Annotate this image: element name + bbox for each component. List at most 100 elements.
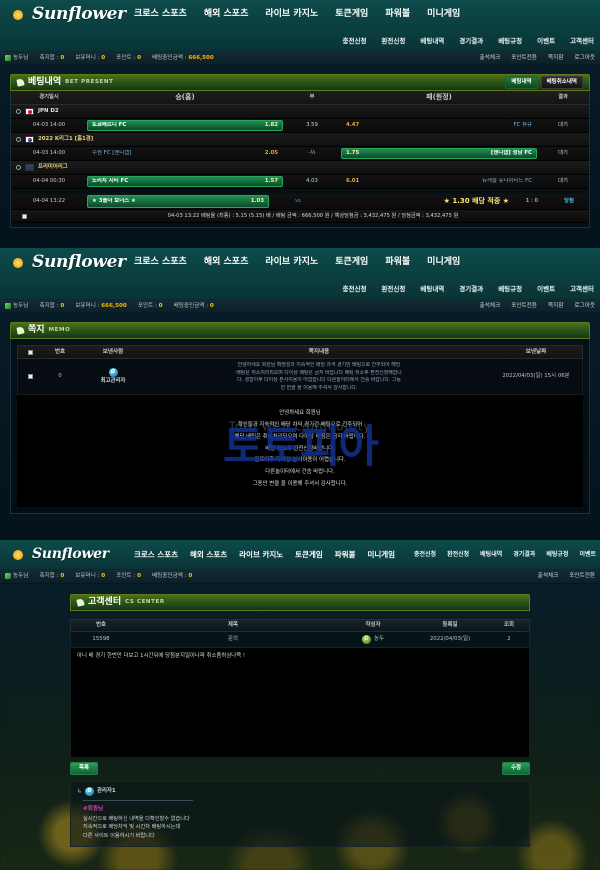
nav-item-cross-sports[interactable]: 크로스 스포츠 xyxy=(134,9,187,20)
logout-link[interactable]: 로그아웃 xyxy=(574,303,595,310)
nav-item-live-casino[interactable]: 라이브 카지노 xyxy=(265,9,318,20)
expand-icon[interactable] xyxy=(16,165,21,170)
nav-item-mini-game[interactable]: 미니게임 xyxy=(427,9,460,20)
reply-title: #회원님 xyxy=(83,805,104,812)
subnav-item-results[interactable]: 경기결과 xyxy=(459,37,483,45)
subnav-item-exchange[interactable]: 환전신청 xyxy=(381,37,405,45)
sub-nav: 충전신청 환전신청 베팅내역 경기결과 베팅규정 이벤트 고객센터 xyxy=(0,278,600,300)
user-info-left: 농두님 축지합 : 0 보유머니 : 0 포인트 : 0 베팅중인금액 : 0 xyxy=(0,573,192,580)
memo-box-link[interactable]: 쪽지함 xyxy=(548,303,563,310)
row-checkbox[interactable] xyxy=(18,374,42,380)
tab-bet-cancel-history[interactable]: 베팅취소내역 xyxy=(540,76,583,89)
subnav-item-bet-history[interactable]: 베팅내역 xyxy=(420,285,444,293)
expand-icon[interactable] xyxy=(16,109,21,114)
col-match-time: 경기일시 xyxy=(39,94,59,101)
nav-item-powerball[interactable]: 파워볼 xyxy=(385,9,410,20)
nav-item-cross-sports[interactable]: 크로스 스포츠 xyxy=(134,257,187,268)
home-pick-selected: 노리치 시티 FC 1.57 xyxy=(87,176,283,187)
user-info-bar-2: 농두님 축지합 : 0 보유머니 : 666,500 포인트 : 0 베팅중인금… xyxy=(0,300,600,314)
header-primary-row: Sunflower 크로스 스포츠 해외 스포츠 라이브 카지노 토큰게임 파워… xyxy=(0,248,600,278)
away-cell[interactable]: 4.47 FC 류큐 xyxy=(341,119,537,132)
subnav-item-event[interactable]: 이벤트 xyxy=(537,37,555,45)
subnav-item-results[interactable]: 경기결과 xyxy=(513,551,535,559)
draw-cell[interactable]: 4.03 xyxy=(283,175,341,188)
memo-box-link[interactable]: 쪽지함 xyxy=(548,55,563,62)
home-cell[interactable]: 수원 FC [핸디캡] 2.05 xyxy=(87,147,283,160)
home-cell[interactable]: 토쿄베르디 FC 1.82 xyxy=(87,119,283,132)
home-cell[interactable]: 노리치 시티 FC 1.57 xyxy=(87,175,283,188)
attendance-check-link[interactable]: 출석체크 xyxy=(480,303,501,310)
subnav-item-bet-history[interactable]: 베팅내역 xyxy=(480,551,502,559)
nav-item-token-game[interactable]: 토큰게임 xyxy=(335,257,368,268)
list-button[interactable]: 목록 xyxy=(70,762,98,775)
sun-icon xyxy=(8,253,28,273)
nav-item-powerball[interactable]: 파워볼 xyxy=(335,550,356,559)
stat-point: 포인트 : 0 xyxy=(116,573,141,579)
nav-item-mini-game[interactable]: 미니게임 xyxy=(367,550,395,559)
section-title-en: MEMO xyxy=(48,327,71,334)
user-info-bar-3: 농두님 축지합 : 0 보유머니 : 0 포인트 : 0 베팅중인금액 : 0 … xyxy=(0,570,600,584)
col-writer: 작성자 xyxy=(365,622,381,629)
tab-bet-history[interactable]: 베팅내역 xyxy=(505,76,538,89)
logo[interactable]: Sunflower xyxy=(0,252,126,273)
panel-betting-history: Sunflower 크로스 스포츠 해외 스포츠 라이브 카지노 토큰게임 파워… xyxy=(0,0,600,248)
user-info-right: 출석체크 포인트전환 xyxy=(538,573,600,580)
table-row: 04-03 14:00 수원 FC [핸디캡] 2.05 -½ 1.75 [핸디… xyxy=(11,147,589,161)
subnav-item-charge[interactable]: 충전신청 xyxy=(343,37,367,45)
subnav-item-exchange[interactable]: 환전신청 xyxy=(381,285,405,293)
nav-item-token-game[interactable]: 토큰게임 xyxy=(295,550,323,559)
checkbox-icon[interactable] xyxy=(21,213,27,219)
subnav-item-results[interactable]: 경기결과 xyxy=(459,285,483,293)
bonus-score: 1 : 0 xyxy=(526,198,538,205)
point-exchange-link[interactable]: 포인트전환 xyxy=(569,573,595,580)
attendance-check-link[interactable]: 출석체크 xyxy=(538,573,559,580)
away-cell[interactable]: 1.75 [핸디캡] 성남 FC xyxy=(341,147,537,160)
nav-item-overseas-sports[interactable]: 해외 스포츠 xyxy=(190,550,227,559)
point-exchange-link[interactable]: 포인트전환 xyxy=(511,303,537,310)
point-exchange-link[interactable]: 포인트전환 xyxy=(511,55,537,62)
table-row[interactable]: 15598 문의 D 농두 2022/04/03(일) 2 xyxy=(70,632,530,648)
draw-cell[interactable]: 3.59 xyxy=(283,119,341,132)
draw-cell[interactable]: -½ xyxy=(283,147,341,160)
away-pick-selected: 1.75 [핸디캡] 성남 FC xyxy=(341,148,537,159)
select-all-checkbox[interactable] xyxy=(18,349,42,355)
logo[interactable]: Sunflower xyxy=(0,4,126,25)
nav-item-live-casino[interactable]: 라이브 카지노 xyxy=(265,257,318,268)
post-title[interactable]: 문의 xyxy=(131,636,335,643)
nav-item-powerball[interactable]: 파워볼 xyxy=(385,257,410,268)
nav-item-mini-game[interactable]: 미니게임 xyxy=(427,257,460,268)
subnav-item-rules[interactable]: 베팅규정 xyxy=(498,37,522,45)
panel-cs-center: Sunflower 크로스 스포츠 해외 스포츠 라이브 카지노 토큰게임 파워… xyxy=(0,540,600,870)
checkbox-icon[interactable] xyxy=(27,349,33,355)
away-cell[interactable]: 6.01 뉴캐슬 유나이티드 FC xyxy=(341,175,537,188)
nav-item-token-game[interactable]: 토큰게임 xyxy=(335,9,368,20)
subnav-item-event[interactable]: 이벤트 xyxy=(579,551,596,559)
subnav-item-cs[interactable]: 고객센터 xyxy=(570,37,594,45)
subnav-item-charge[interactable]: 충전신청 xyxy=(343,285,367,293)
summary-checkbox-cell[interactable] xyxy=(11,213,37,219)
logout-link[interactable]: 로그아웃 xyxy=(574,55,595,62)
subnav-item-charge[interactable]: 충전신청 xyxy=(414,551,436,559)
nav-item-live-casino[interactable]: 라이브 카지노 xyxy=(239,550,283,559)
subnav-item-event[interactable]: 이벤트 xyxy=(537,285,555,293)
subnav-item-rules[interactable]: 베팅규정 xyxy=(498,285,522,293)
nav-item-overseas-sports[interactable]: 해외 스포츠 xyxy=(204,9,249,20)
table-row[interactable]: 0 D 최고관리자 안녕하세요 회원님 확정성과 지속적인 배당 과격 경기만 … xyxy=(17,359,583,396)
header-primary-row: Sunflower 크로스 스포츠 해외 스포츠 라이브 카지노 토큰게임 파워… xyxy=(0,0,600,30)
subnav-item-exchange[interactable]: 환전신청 xyxy=(447,551,469,559)
nav-item-cross-sports[interactable]: 크로스 스포츠 xyxy=(134,550,178,559)
edit-button[interactable]: 수정 xyxy=(502,762,530,775)
reply-line: 지속적으로 배당차익 및 시간차 배팅하시는데 xyxy=(83,824,181,831)
flag-icon-kr xyxy=(25,136,34,143)
user-info-left: 농두님 축지합 : 0 보유머니 : 0 포인트 : 0 베팅중인금액 : 66… xyxy=(0,55,214,62)
expand-icon[interactable] xyxy=(16,137,21,142)
logo[interactable]: Sunflower xyxy=(0,545,120,565)
col-no: 번호 xyxy=(96,622,106,629)
subnav-item-cs[interactable]: 고객센터 xyxy=(570,285,594,293)
checkbox-icon[interactable] xyxy=(27,374,33,380)
subnav-item-bet-history[interactable]: 베팅내역 xyxy=(420,37,444,45)
user-nickname: 농두님 xyxy=(5,55,28,62)
attendance-check-link[interactable]: 출석체크 xyxy=(480,55,501,62)
nav-item-overseas-sports[interactable]: 해외 스포츠 xyxy=(204,257,249,268)
subnav-item-rules[interactable]: 베팅규정 xyxy=(546,551,568,559)
